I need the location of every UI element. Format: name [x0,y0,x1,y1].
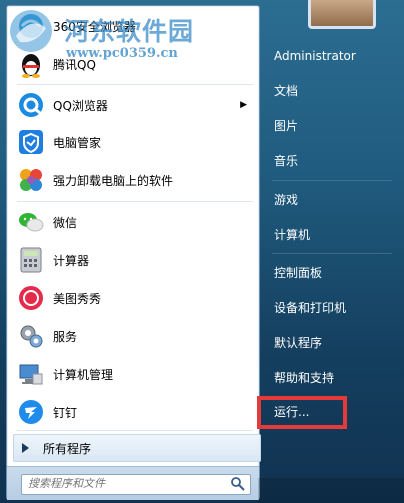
uninstaller-icon [15,164,47,196]
all-programs-button[interactable]: 所有程序 [13,434,261,462]
right-item-label: 帮助和支持 [274,370,335,385]
right-item-label: Administrator [274,49,356,63]
right-item-label: 控制面板 [274,265,323,280]
program-label: 计算机管理 [53,367,114,382]
right-item-computer[interactable]: 计算机 [266,219,396,249]
program-item-uninstaller[interactable]: 强力卸载电脑上的软件 [11,162,255,198]
program-item-qq[interactable]: 腾讯QQ [11,46,255,82]
pc-manager-shield-icon [15,126,47,158]
calculator-icon [15,244,47,276]
user-avatar[interactable] [308,0,376,29]
dingtalk-icon [15,396,47,428]
right-item-default-programs[interactable]: 默认程序 [266,327,396,357]
right-item-control-panel[interactable]: 控制面板 [266,257,396,287]
program-item-qq-browser[interactable]: QQ浏览器 ▶ [11,87,255,123]
program-label: 强力卸载电脑上的软件 [53,173,174,188]
separator [272,180,392,181]
all-programs-label: 所有程序 [43,441,92,456]
separator [17,84,253,85]
360-browser-icon [15,10,47,42]
right-item-pictures[interactable]: 图片 [266,110,396,140]
program-label: 电脑管家 [53,135,102,150]
program-item-computer-management[interactable]: 计算机管理 [11,356,255,392]
right-item-administrator[interactable]: Administrator [266,41,396,71]
qq-browser-icon [15,89,47,121]
program-label: 服务 [53,329,78,344]
search-icon[interactable] [230,476,246,492]
program-label: 钉钉 [53,405,78,420]
program-label: 美图秀秀 [53,291,102,306]
program-label: 微信 [53,215,78,230]
right-item-devices-printers[interactable]: 设备和打印机 [266,292,396,322]
search-bar [7,466,259,500]
search-box [21,474,251,495]
qq-penguin-icon [15,48,47,80]
program-item-calculator[interactable]: 计算器 [11,242,255,278]
program-item-meitu[interactable]: 美图秀秀 [11,280,255,316]
services-gear-icon [15,320,47,352]
right-item-label: 计算机 [274,227,311,242]
right-item-games[interactable]: 游戏 [266,184,396,214]
program-label: 腾讯QQ [53,57,96,72]
wechat-icon [15,206,47,238]
right-item-label: 默认程序 [274,335,323,350]
right-item-label: 音乐 [274,153,299,168]
program-label: 计算器 [53,253,90,268]
right-item-label: 图片 [274,118,299,133]
right-item-label: 文档 [274,83,299,98]
run-highlight-box [257,396,347,429]
right-item-documents[interactable]: 文档 [266,75,396,105]
program-label: 360安全浏览器 [53,19,136,34]
separator [272,253,392,254]
separator [17,201,253,202]
submenu-arrow-icon: ▶ [240,100,247,110]
shutdown-area [258,478,404,503]
separator [17,430,253,431]
meitu-icon [15,282,47,314]
start-menu-left-panel: 360安全浏览器 腾讯QQ QQ浏览器 ▶ 电脑管家 强力卸载电脑上的软件 微信… [6,5,261,500]
right-item-label: 游戏 [274,192,299,207]
program-item-wechat[interactable]: 微信 [11,204,255,240]
program-item-360-browser[interactable]: 360安全浏览器 [11,8,255,44]
program-item-services[interactable]: 服务 [11,318,255,354]
right-item-music[interactable]: 音乐 [266,145,396,175]
play-arrow-icon [22,443,29,453]
computer-management-icon [15,358,47,390]
program-item-dingtalk[interactable]: 钉钉 [11,394,255,430]
search-input[interactable] [22,475,224,492]
right-item-help-support[interactable]: 帮助和支持 [266,362,396,392]
right-item-label: 设备和打印机 [274,300,347,315]
program-label: QQ浏览器 [53,98,108,113]
program-item-pc-manager[interactable]: 电脑管家 [11,124,255,160]
